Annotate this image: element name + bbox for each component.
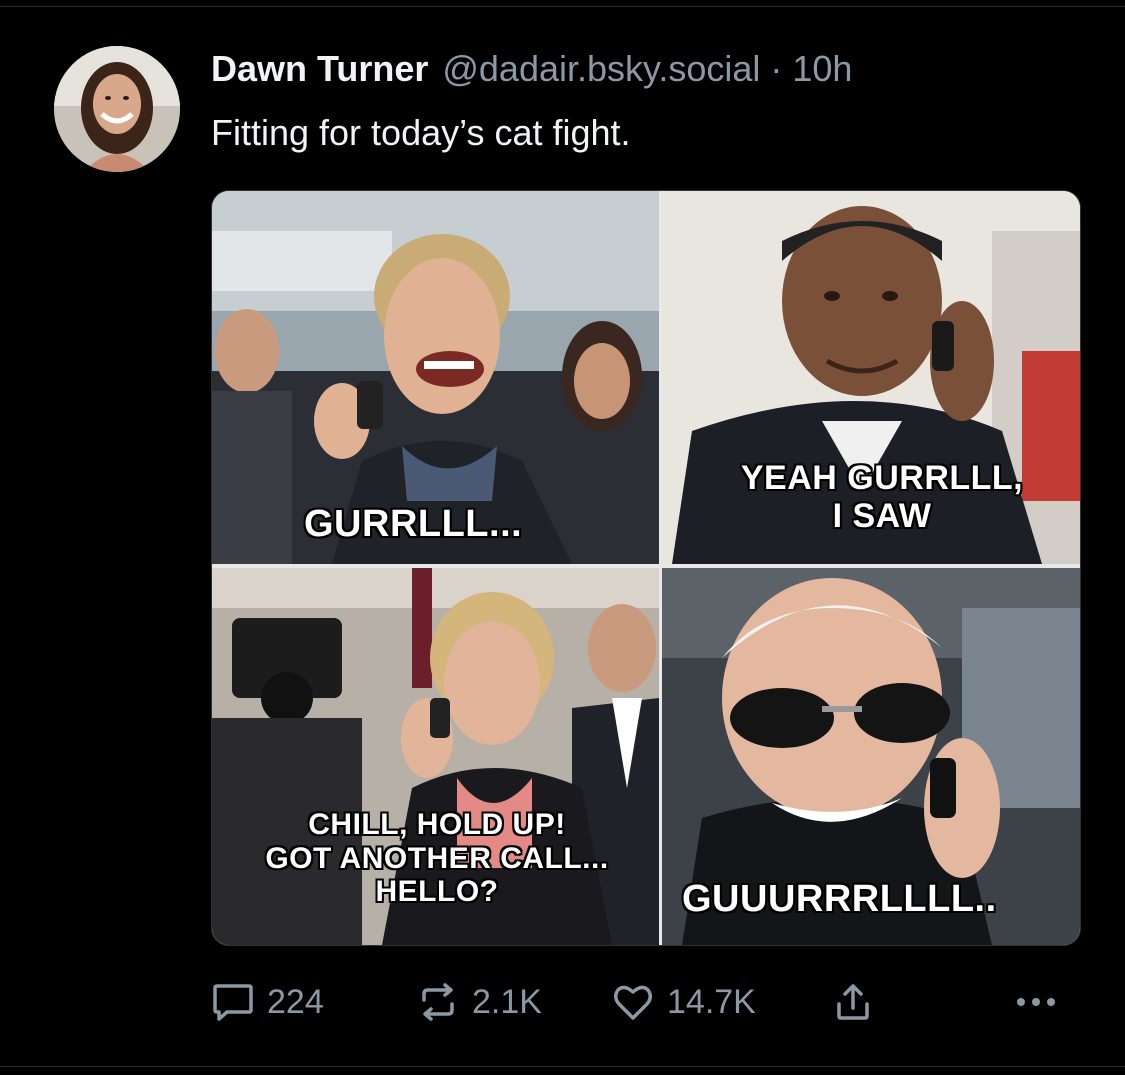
avatar[interactable]	[54, 46, 180, 172]
caption-panel-2-line-1: YEAH GURRLLL,	[740, 459, 1024, 497]
post-image[interactable]: GURRLLL... YEAH GURRLLL, I SAW CHILL, HO…	[211, 190, 1081, 946]
caption-panel-4: GUUURRRLLLL..	[682, 878, 997, 920]
meme-panel-1: GURRLLL...	[212, 191, 659, 564]
meme-panel-2: YEAH GURRLLL, I SAW	[662, 191, 1080, 564]
ellipsis-icon	[1017, 998, 1055, 1006]
reply-count: 224	[267, 982, 324, 1021]
caption-panel-3-line-1: CHILL, HOLD UP!	[308, 808, 566, 841]
divider-top	[0, 6, 1125, 7]
meme-panel-4: GUUURRRLLLL..	[662, 568, 1080, 945]
share-button[interactable]	[831, 978, 887, 1026]
caption-panel-1: GURRLLL...	[304, 503, 523, 545]
caption-panel-3: CHILL, HOLD UP! GOT ANOTHER CALL... HELL…	[232, 808, 642, 909]
post-timestamp[interactable]: 10h	[792, 48, 852, 90]
caption-panel-3-line-3: HELLO?	[375, 875, 499, 909]
post-text: Fitting for today’s cat fight.	[211, 112, 631, 153]
speech-bubble-icon	[213, 984, 253, 1021]
reply-button[interactable]: 224	[211, 978, 324, 1026]
repost-arrows-icon	[422, 983, 454, 1021]
heart-icon	[614, 985, 652, 1020]
like-count: 14.7K	[667, 982, 756, 1021]
header-separator: ·	[770, 48, 783, 89]
more-options-button[interactable]	[1013, 978, 1071, 1026]
post-page: Dawn Turner @dadair.bsky.social · 10h Fi…	[0, 0, 1125, 1075]
post-actions: 224 2.1K 14.7K	[211, 978, 1071, 1026]
author-name[interactable]: Dawn Turner	[211, 48, 428, 90]
repost-button[interactable]: 2.1K	[416, 978, 542, 1026]
repost-count: 2.1K	[472, 982, 542, 1021]
caption-panel-3-line-2: GOT ANOTHER CALL...	[265, 841, 609, 875]
caption-panel-2: YEAH GURRLLL, I SAW	[722, 459, 1042, 535]
meme-panel-3: CHILL, HOLD UP! GOT ANOTHER CALL... HELL…	[212, 568, 659, 945]
divider-bottom	[0, 1066, 1125, 1067]
share-upload-icon	[837, 984, 869, 1020]
caption-panel-2-line-2: I SAW	[832, 497, 932, 536]
post-header: Dawn Turner @dadair.bsky.social · 10h	[211, 48, 852, 92]
like-button[interactable]: 14.7K	[611, 978, 756, 1026]
author-handle[interactable]: @dadair.bsky.social	[442, 48, 760, 90]
